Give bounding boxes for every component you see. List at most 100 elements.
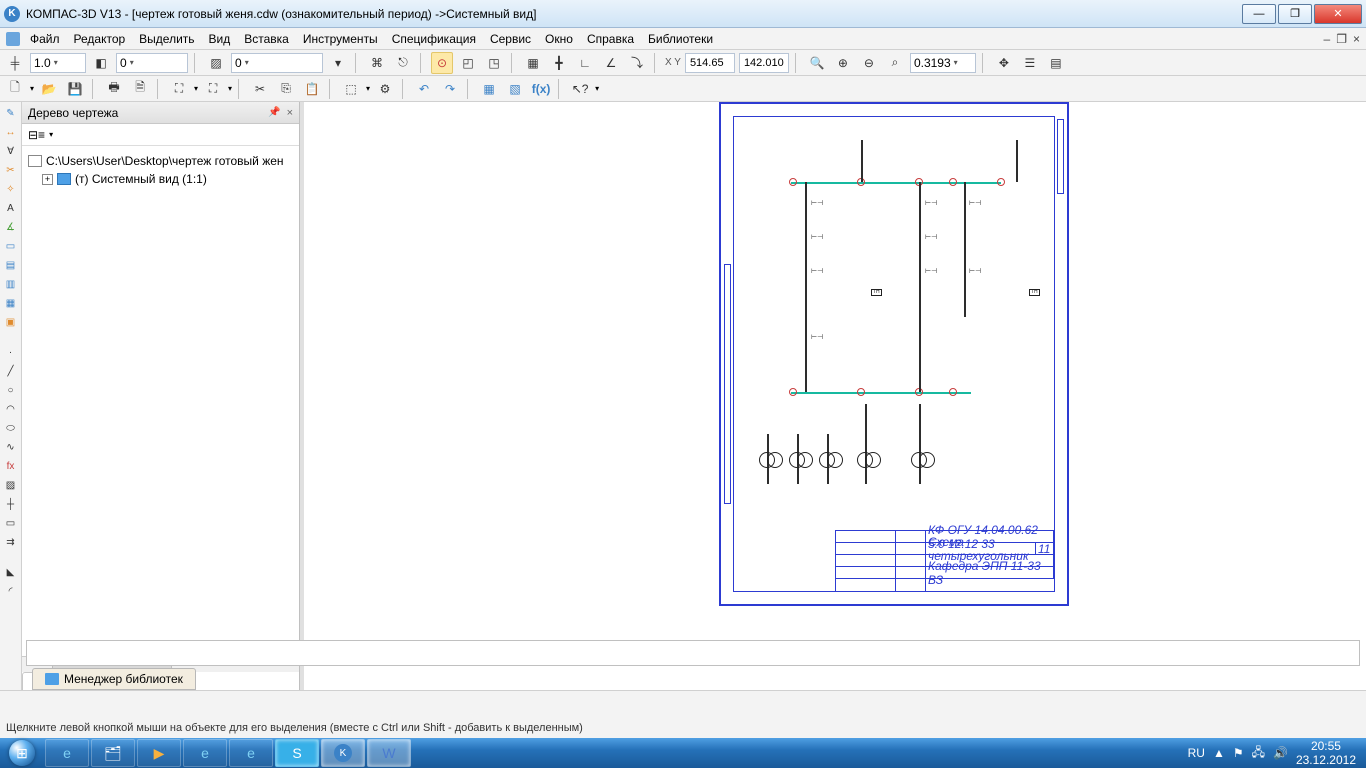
menu-tools[interactable]: Инструменты: [297, 30, 384, 48]
vt-insert-icon[interactable]: ▣: [1, 313, 21, 331]
command-input[interactable]: [26, 640, 1360, 666]
menu-service[interactable]: Сервис: [484, 30, 537, 48]
tray-lang[interactable]: RU: [1188, 746, 1205, 760]
tb-ie3-icon[interactable]: e: [229, 739, 273, 767]
maximize-button[interactable]: ❐: [1278, 4, 1312, 24]
mdi-close[interactable]: ×: [1353, 32, 1360, 46]
vt-geom-icon[interactable]: ✎: [1, 104, 21, 122]
save-icon[interactable]: 💾: [64, 78, 86, 100]
unlink-icon[interactable]: ⎋: [392, 52, 414, 74]
vt-arc-icon[interactable]: ◠: [1, 400, 21, 418]
views-icon[interactable]: ▤: [1045, 52, 1067, 74]
tree-mode-icon[interactable]: ⊟≡: [28, 128, 45, 142]
menu-select[interactable]: Выделить: [133, 30, 200, 48]
menu-libs[interactable]: Библиотеки: [642, 30, 719, 48]
assembly-icon[interactable]: ⛶: [168, 78, 190, 100]
vt-table-icon[interactable]: ▦: [1, 294, 21, 312]
zoom-out-icon[interactable]: ⊖: [858, 52, 880, 74]
zoom-in-icon[interactable]: ⊕: [832, 52, 854, 74]
tb-explorer-icon[interactable]: 🗂: [91, 739, 135, 767]
tab-lib-manager[interactable]: Менеджер библиотек: [32, 668, 196, 690]
tb-word-icon[interactable]: W: [367, 739, 411, 767]
close-button[interactable]: ✕: [1314, 4, 1362, 24]
vt-axis-icon[interactable]: ┼: [1, 495, 21, 513]
menu-window[interactable]: Окно: [539, 30, 579, 48]
zoom-fit-icon[interactable]: 🔍: [806, 52, 828, 74]
coord-x[interactable]: 514.65: [685, 53, 735, 73]
new-icon[interactable]: 🗋: [4, 78, 26, 100]
tree-view-item[interactable]: + (т) Системный вид (1:1): [28, 170, 293, 188]
drawing-tree[interactable]: C:\Users\User\Desktop\чертеж готовый жен…: [22, 146, 299, 656]
hatch-icon[interactable]: ▨: [205, 52, 227, 74]
coord-y[interactable]: 142.010: [739, 53, 789, 73]
fx-icon[interactable]: f(x): [530, 78, 552, 100]
redo-icon[interactable]: ↷: [439, 78, 461, 100]
vt-spline-icon[interactable]: ∿: [1, 438, 21, 456]
vt-fillet-icon[interactable]: ◜: [1, 582, 21, 600]
vt-circle-icon[interactable]: ○: [1, 381, 21, 399]
tray-action-icon[interactable]: ⚑: [1233, 746, 1244, 760]
tool-b-icon[interactable]: ▧: [504, 78, 526, 100]
vt-ellipse-icon[interactable]: ⬭: [1, 419, 21, 437]
tree-root[interactable]: C:\Users\User\Desktop\чертеж готовый жен: [28, 152, 293, 170]
mdi-minimize[interactable]: –: [1324, 32, 1331, 46]
cut-icon[interactable]: ✂: [249, 78, 271, 100]
axis-icon[interactable]: ╋: [548, 52, 570, 74]
pin-icon[interactable]: 📌: [268, 107, 280, 118]
tb-ie-icon[interactable]: e: [45, 739, 89, 767]
tray-flag-icon[interactable]: ▲: [1213, 746, 1225, 760]
tb-wmp-icon[interactable]: ▶: [137, 739, 181, 767]
open-icon[interactable]: 📂: [38, 78, 60, 100]
tb-ie2-icon[interactable]: e: [183, 739, 227, 767]
expand-icon[interactable]: +: [42, 174, 53, 185]
angle-icon[interactable]: ∠: [600, 52, 622, 74]
grid-icon[interactable]: ▦: [522, 52, 544, 74]
vt-hatch-icon[interactable]: ▨: [1, 476, 21, 494]
vt-spec-icon[interactable]: ▤: [1, 256, 21, 274]
round-icon[interactable]: ⤵: [626, 52, 648, 74]
start-button[interactable]: [0, 738, 44, 768]
panel-close-icon[interactable]: ×: [287, 107, 293, 119]
link-icon[interactable]: ⌘: [366, 52, 388, 74]
vt-report-icon[interactable]: ▥: [1, 275, 21, 293]
vt-a-icon[interactable]: А: [1, 199, 21, 217]
layers-icon[interactable]: ☰: [1019, 52, 1041, 74]
mdi-restore[interactable]: ❐: [1336, 32, 1347, 46]
layer-combo[interactable]: 0▾: [116, 53, 188, 73]
line-style-icon[interactable]: ╪: [4, 52, 26, 74]
menu-spec[interactable]: Спецификация: [386, 30, 482, 48]
tray-clock[interactable]: 20:55 23.12.2012: [1296, 739, 1356, 768]
stepper-icon[interactable]: ◧: [90, 52, 112, 74]
zoom-combo[interactable]: 0.3193▾: [910, 53, 976, 73]
undo-icon[interactable]: ↶: [413, 78, 435, 100]
tray-volume-icon[interactable]: 🔊: [1273, 746, 1288, 760]
vt-text-icon[interactable]: ∀: [1, 142, 21, 160]
menu-view[interactable]: Вид: [203, 30, 237, 48]
vt-select-icon[interactable]: ▭: [1, 237, 21, 255]
props-icon[interactable]: ⚙: [374, 78, 396, 100]
minimize-button[interactable]: —: [1242, 4, 1276, 24]
menu-file[interactable]: Файл: [24, 30, 66, 48]
tool-a-icon[interactable]: ▦: [478, 78, 500, 100]
vt-measure-icon[interactable]: ∡: [1, 218, 21, 236]
carr1-icon[interactable]: ▾: [327, 52, 349, 74]
menu-editor[interactable]: Редактор: [68, 30, 132, 48]
vt-rect-icon[interactable]: ▭: [1, 514, 21, 532]
vt-chamfer-icon[interactable]: ◣: [1, 563, 21, 581]
line-weight-combo[interactable]: 1.0▾: [30, 53, 86, 73]
vt-point-icon[interactable]: ·: [1, 343, 21, 361]
paste-icon[interactable]: 📋: [301, 78, 323, 100]
vt-dim-icon[interactable]: ↔: [1, 123, 21, 141]
tb-kompas-icon[interactable]: K: [321, 739, 365, 767]
magnet-icon[interactable]: ⊙: [431, 52, 453, 74]
vt-fx-icon[interactable]: fx: [1, 457, 21, 475]
print-icon[interactable]: 🖶: [103, 78, 125, 100]
select-icon[interactable]: ⬚: [340, 78, 362, 100]
vt-edit-icon[interactable]: ✂: [1, 161, 21, 179]
ortho-icon[interactable]: ∟: [574, 52, 596, 74]
assembly2-icon[interactable]: ⛶: [202, 78, 224, 100]
help-cursor-icon[interactable]: ↖?: [569, 78, 591, 100]
snap2-icon[interactable]: ◳: [483, 52, 505, 74]
menu-help[interactable]: Справка: [581, 30, 640, 48]
copy-icon[interactable]: ⎘: [275, 78, 297, 100]
